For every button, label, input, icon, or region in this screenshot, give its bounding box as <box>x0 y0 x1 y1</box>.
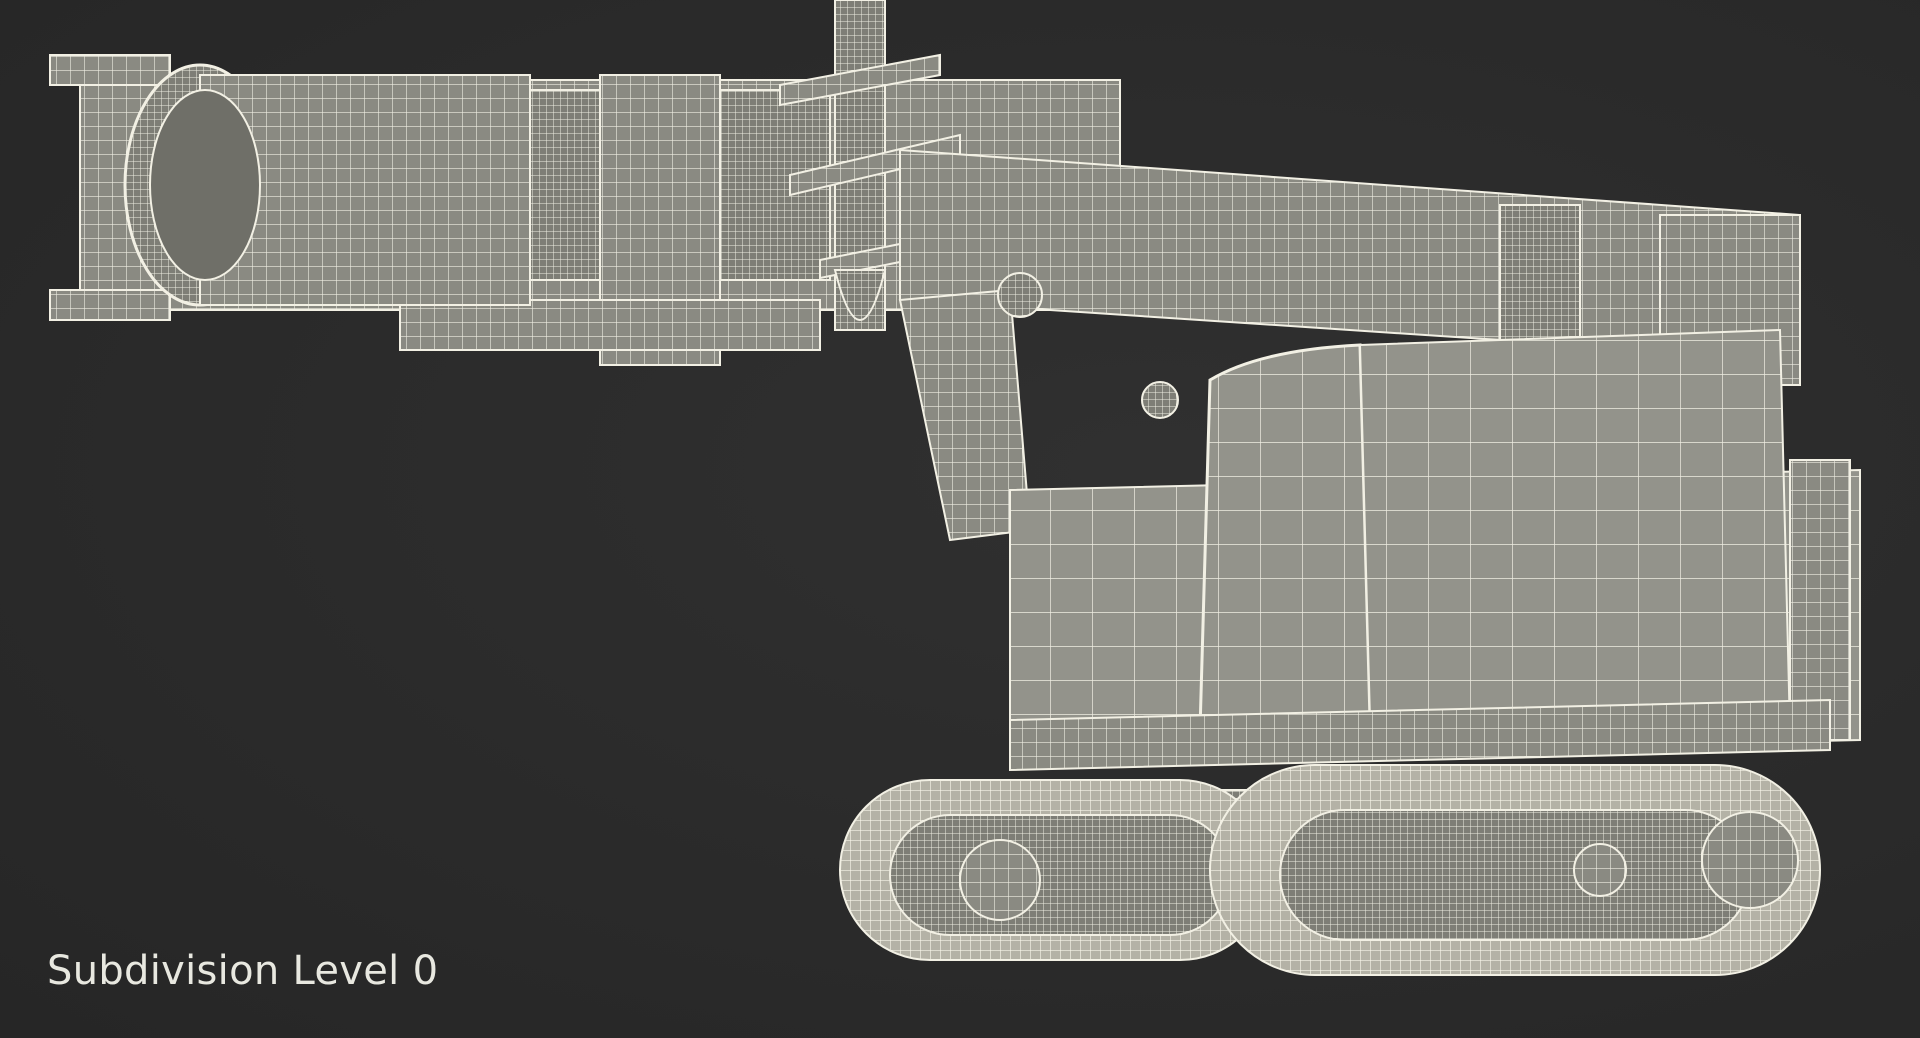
drilling-rig-wireframe-render <box>49 0 1861 976</box>
upper-body-cab <box>1009 328 1861 772</box>
subdivision-level-caption: Subdivision Level 0 <box>47 948 439 994</box>
render-viewport: Subdivision Level 0 <box>0 0 1920 1038</box>
casing-tube <box>123 63 531 307</box>
crawler-undercarriage <box>839 764 1821 976</box>
